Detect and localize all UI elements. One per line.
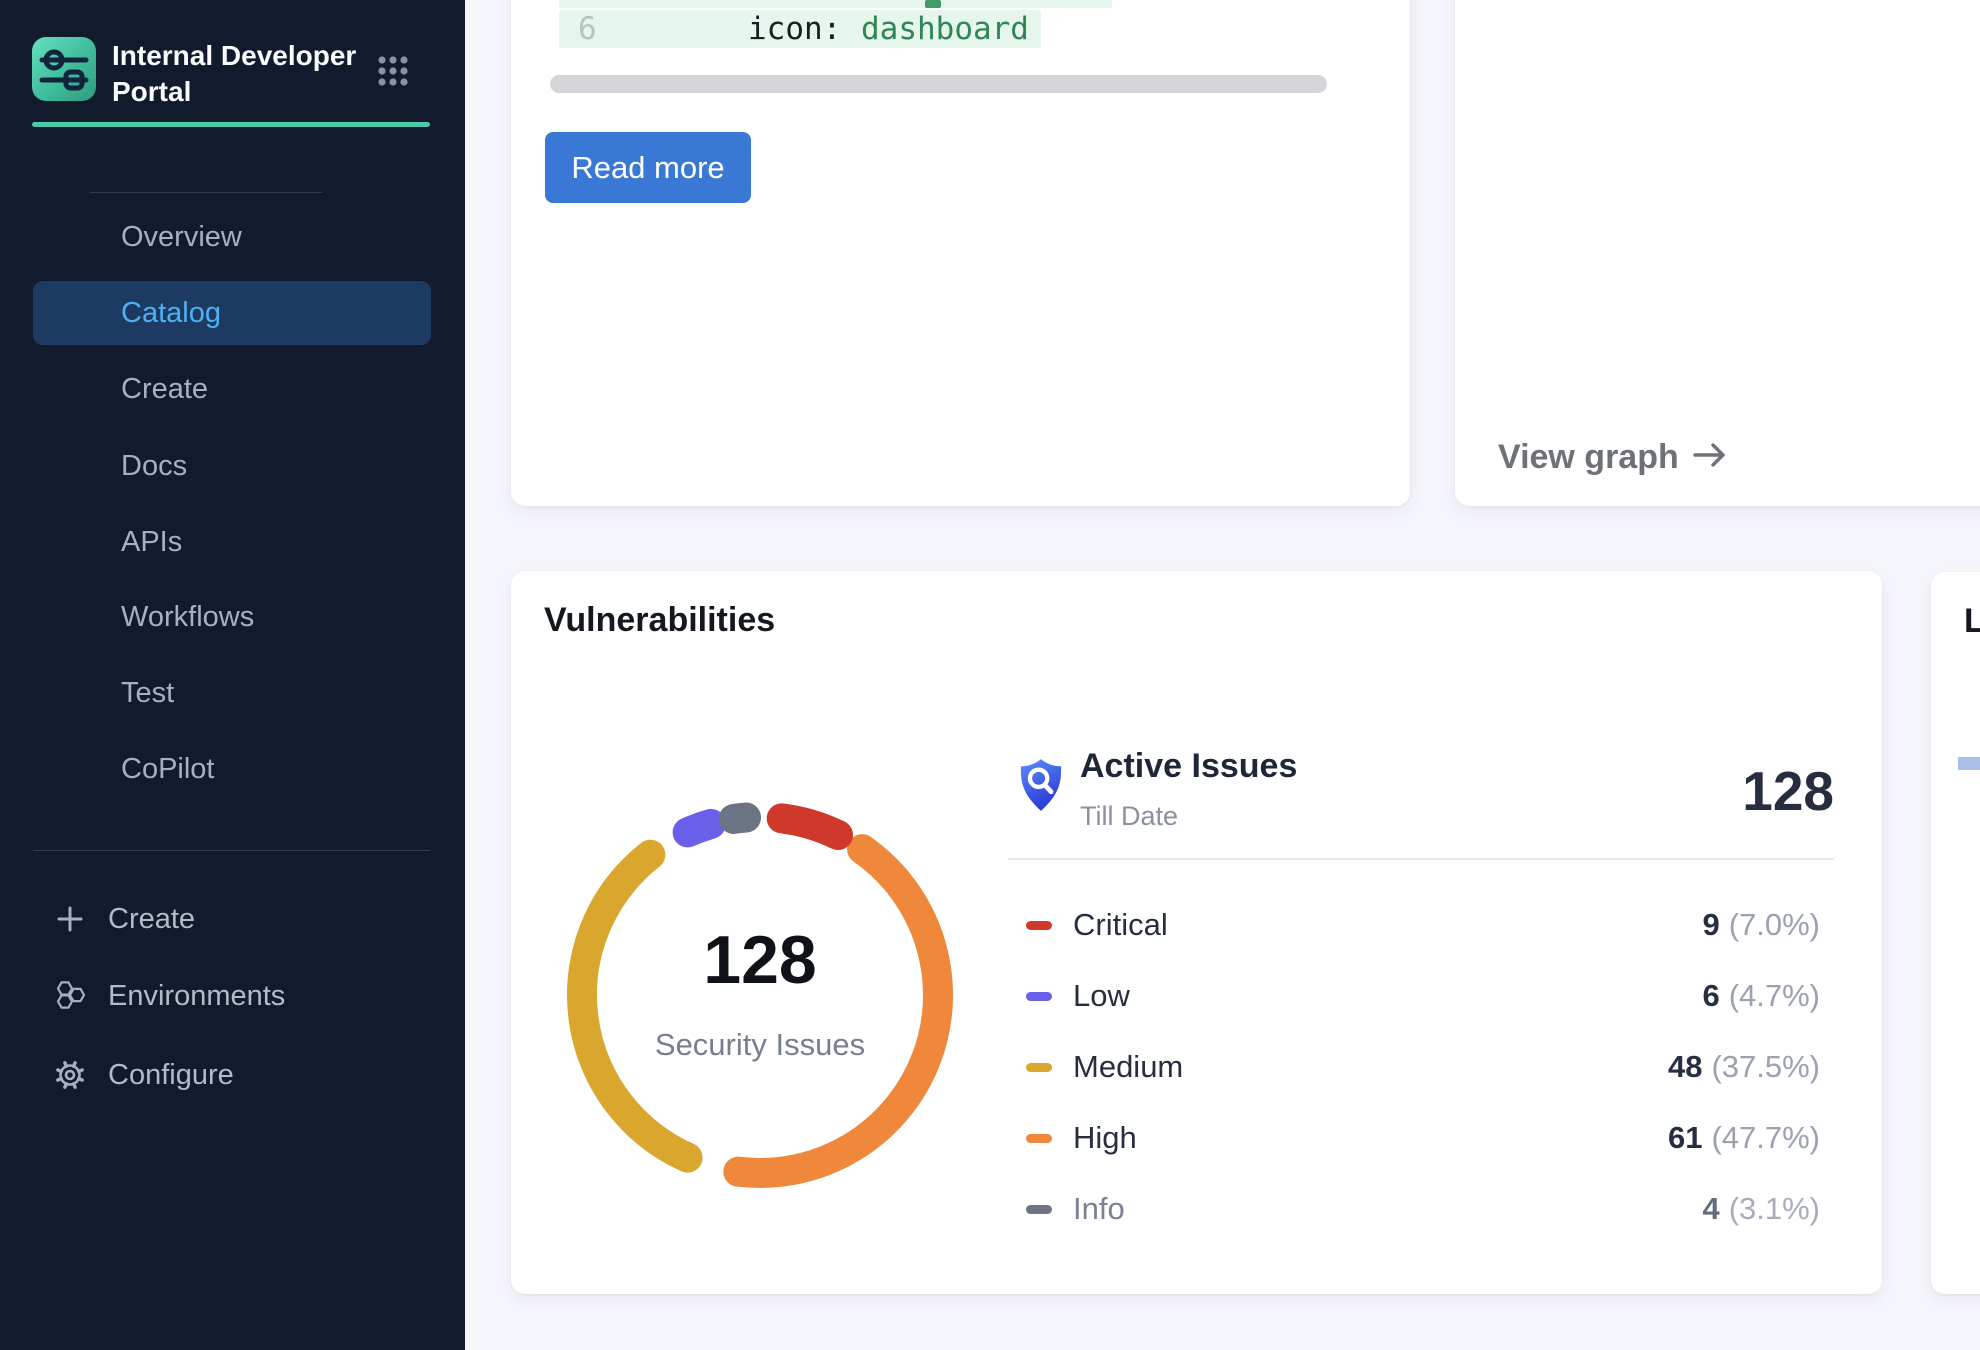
sidebar-item-label: APIs [121,526,182,559]
clipped-bar-fragment [1958,757,1980,770]
sidebar-item-label: Overview [121,221,242,254]
legend-label: Info [1073,1191,1125,1227]
sidebar-item-catalog[interactable]: Catalog [33,281,431,345]
code-line: 6 icon: dashboard [559,10,1041,48]
donut-segment-critical [782,818,838,835]
sidebar-item-create[interactable]: Create [33,357,431,421]
sidebar-item-overview[interactable]: Overview [33,205,431,269]
view-graph-label: View graph [1498,438,1679,477]
sidebar-action-label: Create [108,903,195,936]
sidebar-item-workflows[interactable]: Workflows [33,585,431,649]
graph-card: View graph [1455,0,1980,506]
sidebar-divider-top [90,192,322,193]
sidebar-item-label: Create [121,373,208,406]
active-issues-total: 128 [1742,759,1834,823]
legend-swatch [1026,1063,1052,1072]
donut-center-label: Security Issues [560,1027,960,1063]
sidebar-item-label: Workflows [121,601,254,634]
legend-value: 61(47.7%) [1668,1120,1820,1156]
sidebar: Internal Developer Portal Overview Catalo… [0,0,465,1350]
sidebar-item-label: CoPilot [121,753,215,786]
vulnerabilities-card: Vulnerabilities 128 Security Issues Acti… [511,571,1882,1294]
code-line-partial-mark [925,0,941,8]
donut-center-value: 128 [560,921,960,999]
severity-legend: Critical 9(7.0%) Low 6(4.7%) Medium 48(37.5%)… [1008,903,1834,1258]
arrow-right-icon [1693,438,1729,477]
code-value: dashboard [861,11,1029,47]
sidebar-action-label: Configure [108,1059,234,1092]
legend-swatch [1026,992,1052,1001]
legend-value: 4(3.1%) [1702,1191,1820,1227]
security-donut-chart: 128 Security Issues [560,795,960,1195]
sidebar-item-copilot[interactable]: CoPilot [33,737,431,801]
legend-value: 9(7.0%) [1702,907,1820,943]
clipped-right-card: L [1931,572,1980,1294]
legend-row-low: Low 6(4.7%) [1008,974,1834,1018]
code-line-partial [559,0,1112,8]
donut-segment-low [688,824,711,832]
shield-search-icon [1018,756,1064,814]
sidebar-action-create[interactable]: Create [33,895,443,943]
legend-label: Critical [1073,907,1168,943]
read-more-button[interactable]: Read more [545,132,751,203]
active-issues-title: Active Issues [1080,747,1297,786]
sidebar-item-label: Test [121,677,174,710]
plus-icon [53,902,87,936]
legend-row-medium: Medium 48(37.5%) [1008,1045,1834,1089]
sidebar-action-configure[interactable]: Configure [33,1051,443,1099]
clipped-card-title: L [1964,602,1980,641]
readme-card: 6 icon: dashboard Read more [511,0,1410,506]
sidebar-item-docs[interactable]: Docs [33,434,431,498]
active-issues-subtitle: Till Date [1080,801,1178,832]
horizontal-scrollbar[interactable] [550,75,1327,93]
donut-segment-info [734,818,746,819]
legend-row-info: Info 4(3.1%) [1008,1187,1834,1231]
sidebar-action-environments[interactable]: Environments [33,972,443,1020]
summary-divider [1008,858,1834,860]
app-logo-icon[interactable] [32,37,96,101]
sidebar-item-apis[interactable]: APIs [33,510,431,574]
code-key: icon: [748,11,841,47]
card-title: Vulnerabilities [544,601,775,640]
legend-label: High [1073,1120,1137,1156]
legend-label: Medium [1073,1049,1183,1085]
legend-value: 48(37.5%) [1668,1049,1820,1085]
app-title: Internal Developer Portal [112,38,370,110]
app-window: Internal Developer Portal Overview Catalo… [0,0,1980,1350]
view-graph-link[interactable]: View graph [1498,438,1729,477]
apps-grid-icon[interactable] [377,55,409,87]
legend-swatch [1026,921,1052,930]
hexagons-icon [53,979,87,1013]
legend-label: Low [1073,978,1130,1014]
sidebar-item-test[interactable]: Test [33,661,431,725]
donut-segment-high [738,849,938,1173]
donut-segment-medium [582,855,688,1158]
gear-icon [53,1058,87,1092]
legend-swatch [1026,1134,1052,1143]
code-line-number: 6 [578,11,597,47]
sidebar-action-label: Environments [108,980,285,1013]
legend-value: 6(4.7%) [1702,978,1820,1014]
legend-row-high: High 61(47.7%) [1008,1116,1834,1160]
legend-swatch [1026,1205,1052,1214]
sidebar-item-label: Docs [121,450,187,483]
legend-row-critical: Critical 9(7.0%) [1008,903,1834,947]
brand-accent-rule [32,122,430,127]
sidebar-divider-bottom [33,850,430,851]
sidebar-item-label: Catalog [121,297,221,330]
